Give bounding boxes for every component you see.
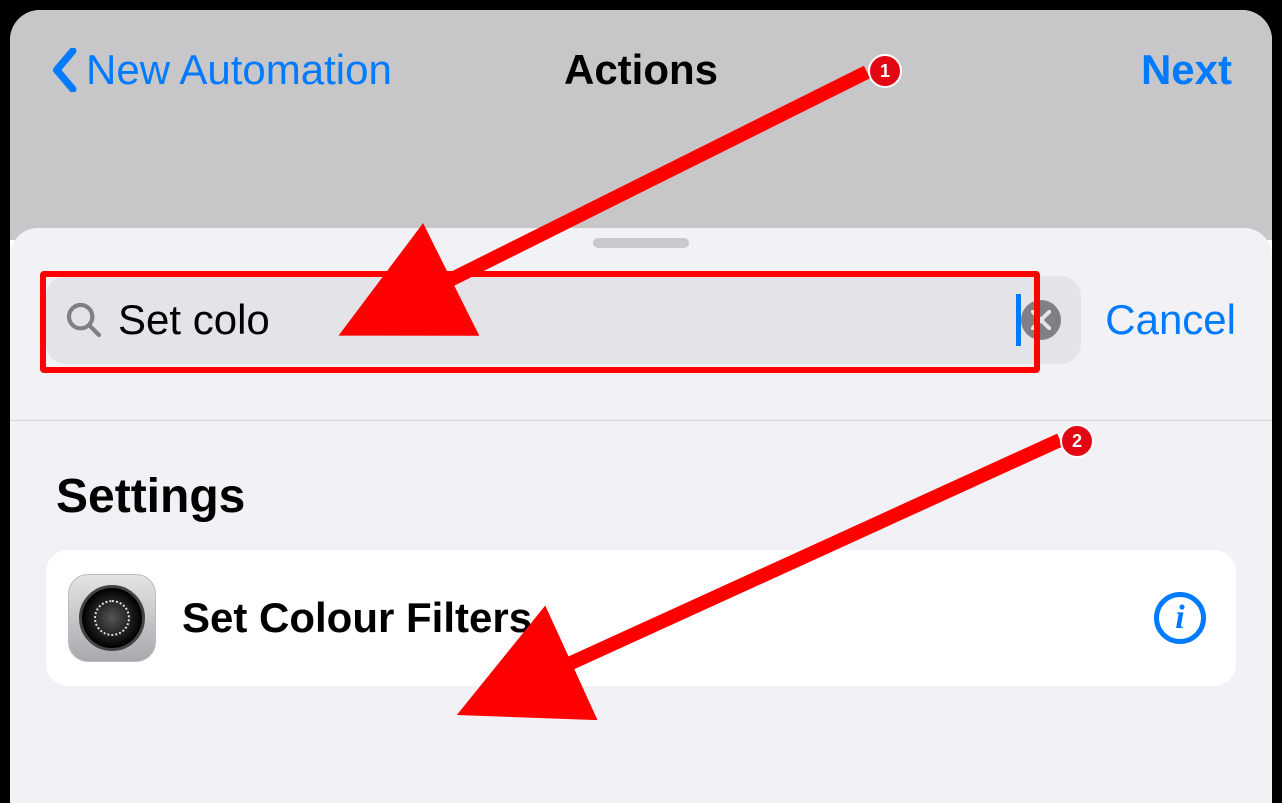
set-colour-filters-row[interactable]: Set Colour Filters i <box>46 550 1236 686</box>
results-list: Set Colour Filters i <box>10 550 1272 686</box>
result-label: Set Colour Filters <box>182 594 1128 642</box>
search-sheet: Set colo Cancel Settings Set Colou <box>10 228 1272 803</box>
section-header: Settings <box>10 421 1272 550</box>
x-icon <box>1031 310 1051 330</box>
chevron-left-icon <box>50 48 78 92</box>
search-field[interactable]: Set colo <box>46 276 1081 364</box>
back-button[interactable]: New Automation <box>50 46 392 94</box>
search-icon <box>64 300 104 340</box>
top-nav-background: New Automation Actions Next <box>10 10 1272 240</box>
info-button[interactable]: i <box>1154 592 1206 644</box>
next-button[interactable]: Next <box>1141 46 1232 94</box>
cancel-button[interactable]: Cancel <box>1105 296 1236 344</box>
clear-search-button[interactable] <box>1021 300 1061 340</box>
device-frame: New Automation Actions Next Set colo <box>0 0 1282 803</box>
info-icon: i <box>1175 601 1184 635</box>
search-input[interactable]: Set colo <box>104 296 1018 344</box>
sheet-grabber[interactable] <box>593 238 689 248</box>
screen: New Automation Actions Next Set colo <box>10 10 1272 803</box>
back-label: New Automation <box>86 46 392 94</box>
settings-app-icon <box>68 574 156 662</box>
top-nav-bar: New Automation Actions Next <box>10 10 1272 130</box>
search-row: Set colo Cancel <box>10 228 1272 392</box>
results-card: Set Colour Filters i <box>46 550 1236 686</box>
